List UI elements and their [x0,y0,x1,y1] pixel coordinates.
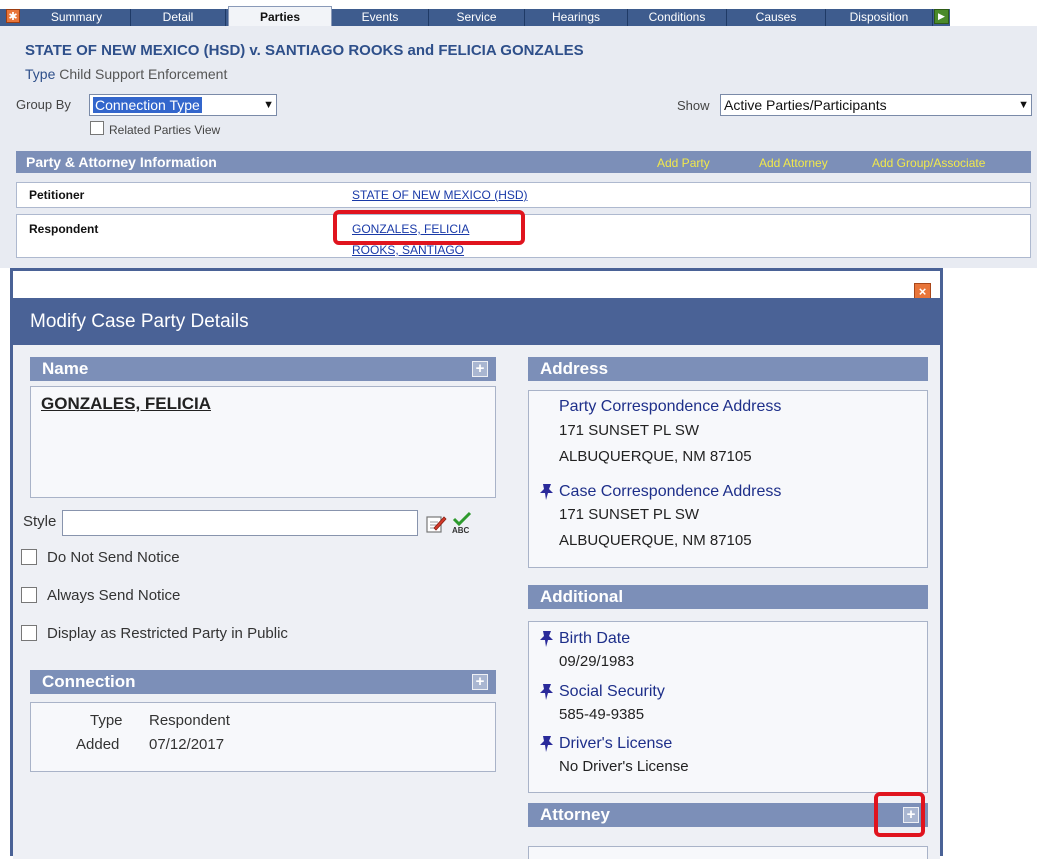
tab-detail[interactable]: Detail [131,9,226,26]
drivers-license-value: No Driver's License [559,758,689,775]
address-line: 171 SUNSET PL SW [559,506,700,523]
add-party-link[interactable]: Add Party [657,156,710,170]
highlight-annotation [874,792,925,837]
dropdown-arrow-icon: ▼ [1018,99,1029,111]
tab-parties[interactable]: Parties [228,6,332,26]
dialog-title: Modify Case Party Details [30,311,249,332]
tab-hearings[interactable]: Hearings [525,9,628,26]
tab-events[interactable]: Events [332,9,429,26]
svg-text:ABC: ABC [452,526,470,535]
restricted-party-option[interactable]: Display as Restricted Party in Public [21,625,288,642]
social-security-link[interactable]: Social Security [559,683,665,701]
party-role: Petitioner [29,188,85,202]
highlight-annotation [333,210,525,245]
spell-check-icon[interactable]: ABC [451,511,473,535]
connection-section-header: Connection + [30,670,496,694]
connection-type-label: Type [90,712,123,729]
birth-date-value: 09/29/1983 [559,653,635,670]
show-selected-value: Active Parties/Participants [724,97,887,113]
add-attorney-link[interactable]: Add Attorney [759,156,828,170]
address-section-header: Address [528,357,928,381]
pin-icon [540,631,553,647]
party-name-link[interactable]: ROOKS, SANTIAGO [352,243,464,257]
birth-date-link[interactable]: Birth Date [559,630,630,648]
case-type: Type Child Support Enforcement [25,66,227,82]
show-label: Show [677,98,710,113]
party-name-link[interactable]: STATE OF NEW MEXICO (HSD) [352,188,528,202]
dialog-top-strip [13,271,940,298]
do-not-send-notice-checkbox[interactable] [21,549,37,565]
modify-case-party-dialog: × Modify Case Party Details Name + GONZA… [10,268,943,859]
tab-conditions[interactable]: Conditions [628,9,727,26]
do-not-send-notice-option[interactable]: Do Not Send Notice [21,549,180,566]
case-type-value: Child Support Enforcement [59,66,228,82]
address-line: ALBUQUERQUE, NM 87105 [559,532,752,549]
address-line: ALBUQUERQUE, NM 87105 [559,448,752,465]
connection-added-label: Added [76,736,120,753]
attorney-section-title: Attorney [540,805,610,824]
party-attorney-title: Party & Attorney Information [26,154,217,170]
group-by-label: Group By [16,97,71,112]
pin-icon [540,484,553,500]
group-by-select[interactable]: Connection Type ▼ [89,94,277,116]
party-correspondence-address-link[interactable]: Party Correspondence Address [559,398,781,416]
address-section-title: Address [540,359,609,378]
party-row-petitioner: Petitioner STATE OF NEW MEXICO (HSD) [16,182,1031,208]
case-correspondence-address-link[interactable]: Case Correspondence Address [559,483,781,501]
name-section-header: Name + [30,357,496,381]
drivers-license-link[interactable]: Driver's License [559,735,672,753]
show-select[interactable]: Active Parties/Participants ▼ [720,94,1032,116]
attorney-panel [528,846,928,859]
always-send-notice-checkbox[interactable] [21,587,37,603]
dropdown-arrow-icon: ▼ [263,99,274,111]
attorney-section-header: Attorney + [528,803,928,827]
name-section-title: Name [42,359,89,378]
restricted-party-checkbox[interactable] [21,625,37,641]
address-panel: Party Correspondence Address 171 SUNSET … [528,390,928,568]
party-role: Respondent [29,222,99,236]
related-parties-checkbox[interactable] [90,121,104,135]
additional-section-title: Additional [540,587,624,606]
party-name[interactable]: GONZALES, FELICIA [41,394,211,414]
checkbox-label: Always Send Notice [47,587,181,604]
checkbox-label: Do Not Send Notice [47,549,180,566]
always-send-notice-option[interactable]: Always Send Notice [21,587,180,604]
case-type-label: Type [25,66,56,82]
pin-icon [540,684,553,700]
tab-bar: ✱ Summary Detail Parties Events Service … [0,0,1037,26]
tab-summary[interactable]: Summary [23,9,131,26]
connection-added-value: 07/12/2017 [149,736,225,753]
related-parties-label: Related Parties View [109,123,221,137]
add-group-associate-link[interactable]: Add Group/Associate [872,156,985,170]
connection-panel: Type Respondent Added 07/12/2017 [30,702,496,772]
party-attorney-header: Party & Attorney Information Add Party A… [16,151,1031,173]
additional-panel: Birth Date 09/29/1983 Social Security 58… [528,621,928,793]
tab-disposition[interactable]: Disposition [826,9,933,26]
edit-note-icon[interactable] [425,513,447,535]
tab-service[interactable]: Service [429,9,525,26]
style-label: Style [23,513,57,530]
social-security-value: 585-49-9385 [559,706,645,723]
checkbox-label: Display as Restricted Party in Public [47,625,288,642]
group-by-selected-value: Connection Type [93,97,202,113]
pin-icon [540,736,553,752]
name-panel: GONZALES, FELICIA [30,386,496,498]
connection-section-title: Connection [42,672,136,691]
connection-type-value: Respondent [149,712,230,729]
favorite-star-icon[interactable]: ✱ [6,9,20,23]
add-name-plus-icon[interactable]: + [472,361,488,377]
dialog-body: Name + GONZALES, FELICIA Style ABC Do No… [13,345,940,859]
dialog-header: Modify Case Party Details [13,298,940,345]
additional-section-header: Additional [528,585,928,609]
add-connection-plus-icon[interactable]: + [472,674,488,690]
style-input[interactable] [62,510,418,536]
address-line: 171 SUNSET PL SW [559,422,700,439]
tab-scroll-right-icon[interactable]: ▶ [934,9,949,24]
case-title: STATE OF NEW MEXICO (HSD) v. SANTIAGO RO… [25,42,584,59]
tab-causes[interactable]: Causes [727,9,826,26]
